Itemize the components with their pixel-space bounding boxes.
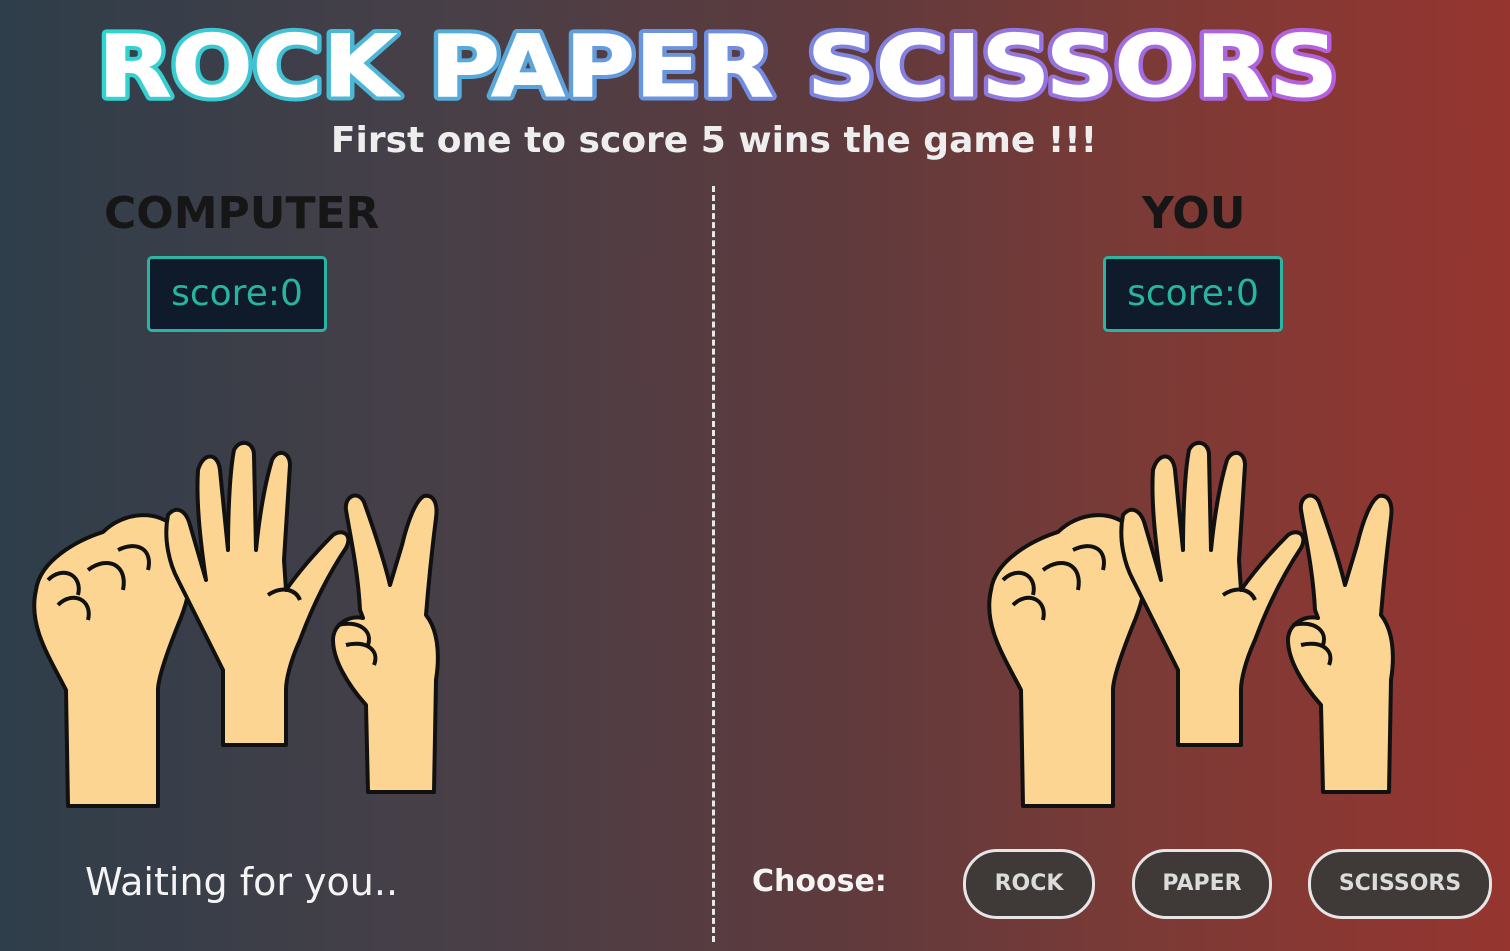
game-title-text-inner: ROCK PAPER SCISSORS (98, 17, 1338, 114)
rock-button[interactable]: ROCK (963, 849, 1095, 919)
game-status-text: Waiting for you.. (85, 860, 399, 904)
player-score-badge: score:0 (1103, 256, 1283, 332)
computer-hands-icon (32, 440, 440, 808)
center-divider (712, 186, 715, 942)
player-name: YOU (1142, 188, 1246, 239)
paper-button[interactable]: PAPER (1132, 849, 1272, 919)
player-hands-icon (987, 440, 1395, 808)
computer-name: COMPUTER (104, 188, 380, 239)
scissors-button[interactable]: SCISSORS (1308, 849, 1492, 919)
game-subtitle: First one to score 5 wins the game !!! (330, 120, 1098, 161)
choose-label: Choose: (752, 864, 887, 899)
computer-score-badge: score:0 (147, 256, 327, 332)
game-title: ROCK PAPER SCISSORS ROCK PAPER SCISSORS (94, 14, 1343, 114)
